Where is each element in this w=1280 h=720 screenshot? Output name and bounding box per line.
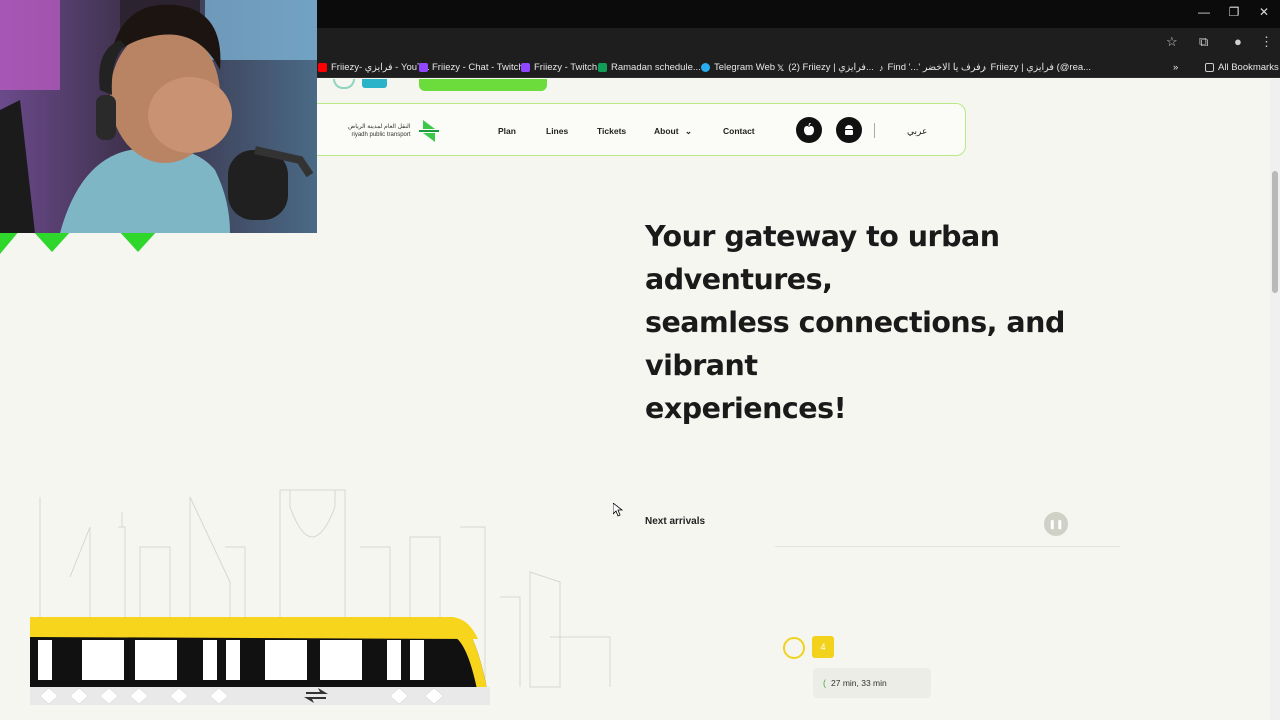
nav-divider xyxy=(874,123,875,138)
scrollbar-thumb[interactable] xyxy=(1272,171,1278,293)
logo-mark-icon xyxy=(418,120,439,142)
menu-icon[interactable]: ⋮ xyxy=(1260,34,1273,50)
arrival-card: ( 27 min, 33 min xyxy=(813,668,931,698)
partial-icon xyxy=(333,79,355,89)
telegram-icon xyxy=(701,62,710,72)
nav-tickets[interactable]: Tickets xyxy=(597,126,626,136)
language-switch[interactable]: عربي xyxy=(907,126,927,137)
page-scrollbar[interactable] xyxy=(1270,79,1280,720)
sheets-icon xyxy=(598,62,607,72)
partial-cta-button[interactable] xyxy=(419,79,547,91)
all-bookmarks[interactable]: All Bookmarks xyxy=(1205,60,1279,74)
pause-icon: ❚❚ xyxy=(1048,518,1064,529)
tiktok-icon: ♪ xyxy=(982,62,987,73)
nav-plan[interactable]: Plan xyxy=(498,126,516,136)
star-icon[interactable]: ☆ xyxy=(1166,34,1178,50)
apple-store-button[interactable] xyxy=(796,117,822,143)
logo-english: riyadh public transport xyxy=(351,132,411,138)
bookmark-item[interactable]: ♪ Find '...' رفرف يا الاخضر xyxy=(879,60,985,74)
nav-contact[interactable]: Contact xyxy=(723,126,755,136)
next-arrivals-label: Next arrivals xyxy=(645,516,706,527)
arrival-time: 27 min, 33 min xyxy=(831,678,887,688)
twitch-icon xyxy=(521,62,530,72)
restore-icon[interactable]: ❐ xyxy=(1226,5,1242,19)
metro-icon xyxy=(783,637,805,659)
bookmark-item[interactable]: Telegram Web xyxy=(701,60,775,74)
apple-icon xyxy=(804,123,814,136)
x-icon: 𝕏 xyxy=(777,62,785,73)
close-icon[interactable]: ✕ xyxy=(1256,5,1272,19)
city-skyline-illustration xyxy=(30,489,611,705)
twitch-icon xyxy=(419,62,428,72)
hero-heading: Your gateway to urban adventures, seamle… xyxy=(645,220,1065,425)
minimize-icon[interactable]: — xyxy=(1196,5,1212,19)
bookmarks-overflow-icon[interactable]: » xyxy=(1173,60,1178,74)
bookmark-item[interactable]: ♪ Friiezy | فرايزي (@rea... xyxy=(982,60,1091,74)
pause-button[interactable]: ❚❚ xyxy=(1044,512,1068,536)
mouse-cursor-icon xyxy=(613,503,623,517)
logo-arabic: النقل العام لمدينة الرياض xyxy=(348,124,411,130)
bookmark-item[interactable]: Friiezy- فرايزي - YouT... xyxy=(318,60,430,74)
tiktok-icon: ♪ xyxy=(879,62,884,73)
webcam-overlay xyxy=(0,0,317,233)
android-icon xyxy=(845,125,853,135)
site-logo[interactable]: النقل العام لمدينة الرياض riyadh public … xyxy=(348,117,443,145)
site-navbar: النقل العام لمدينة الرياض riyadh public … xyxy=(300,103,966,156)
youtube-icon xyxy=(318,62,327,72)
webcam-video xyxy=(0,0,317,233)
nav-lines[interactable]: Lines xyxy=(546,126,568,136)
live-signal-icon: ( xyxy=(823,678,826,688)
nav-about[interactable]: About ⌄ xyxy=(654,126,692,137)
bookmark-item[interactable]: Ramadan schedule... xyxy=(598,60,701,74)
extensions-icon[interactable]: ⧉ xyxy=(1199,34,1208,50)
chevron-down-icon: ⌄ xyxy=(684,126,693,136)
folder-icon xyxy=(1205,62,1214,72)
bookmark-item[interactable]: Friiezy - Twitch xyxy=(521,60,597,74)
line-badge: 4 xyxy=(812,636,834,658)
bookmark-item[interactable]: 𝕏 (2) Friiezy | فرايزي... xyxy=(777,60,874,74)
decorative-triangles xyxy=(0,230,158,254)
arrivals-divider xyxy=(775,546,1120,547)
profile-icon[interactable]: ● xyxy=(1234,34,1242,49)
partial-button[interactable] xyxy=(362,79,387,88)
android-store-button[interactable] xyxy=(836,117,862,143)
bookmark-item[interactable]: Friiezy - Chat - Twitch xyxy=(419,60,524,74)
